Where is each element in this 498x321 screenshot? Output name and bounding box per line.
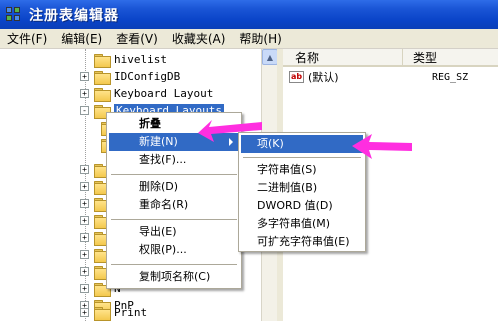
list-header: 名称 类型 — [283, 49, 498, 67]
expand-icon[interactable]: + — [80, 233, 89, 242]
submenu-item-dword-value[interactable]: DWORD 值(D) — [241, 197, 363, 215]
expand-icon[interactable]: + — [80, 89, 89, 98]
menu-item-copy-key-name[interactable]: 复制项名称(C) — [109, 268, 239, 286]
expand-icon[interactable]: + — [80, 72, 89, 81]
tree-item[interactable]: + Keyboard Layout — [80, 85, 213, 102]
expand-icon[interactable]: + — [80, 308, 89, 317]
expand-icon[interactable]: + — [80, 284, 89, 293]
submenu-arrow-icon — [229, 138, 233, 146]
submenu-item-string-value[interactable]: 字符串值(S) — [241, 161, 363, 179]
submenu-item-multi-string-value[interactable]: 多字符串值(M) — [241, 215, 363, 233]
menu-edit[interactable]: 编辑(E) — [54, 30, 109, 48]
menu-separator — [243, 157, 361, 158]
submenu-item-key[interactable]: 项(K) — [241, 135, 363, 153]
folder-icon — [94, 306, 111, 321]
tree-item[interactable]: + IDConfigDB — [80, 68, 180, 85]
registry-editor-icon — [5, 6, 23, 24]
menu-item-delete[interactable]: 删除(D) — [109, 178, 239, 196]
tree-item-label: Print — [114, 306, 148, 319]
menu-bar: 文件(F) 编辑(E) 查看(V) 收藏夹(A) 帮助(H) — [0, 29, 498, 49]
scroll-up-icon[interactable]: ▲ — [262, 49, 278, 65]
expand-icon[interactable]: + — [80, 216, 89, 225]
tree-item-label: IDConfigDB — [114, 70, 181, 83]
submenu-item-expandable-string-value[interactable]: 可扩充字符串值(E) — [241, 233, 363, 251]
value-type: REG_SZ — [432, 71, 469, 83]
title-bar[interactable]: 注册表编辑器 — [0, 0, 498, 29]
collapse-icon[interactable]: - — [80, 106, 89, 115]
column-header-type[interactable]: 类型 — [403, 49, 498, 65]
list-item[interactable]: ab (默认) REG_SZ — [283, 68, 498, 86]
string-value-icon: ab — [289, 71, 304, 83]
tree-item-label: hivelist — [114, 53, 167, 66]
menu-item-new-label: 新建(N) — [139, 135, 178, 148]
registry-editor-window: 注册表编辑器 文件(F) 编辑(E) 查看(V) 收藏夹(A) 帮助(H) hi… — [0, 0, 498, 321]
menu-view[interactable]: 查看(V) — [109, 30, 165, 48]
tree-item[interactable]: + Print — [80, 304, 147, 321]
folder-icon — [94, 70, 111, 85]
window-title: 注册表编辑器 — [29, 7, 119, 24]
submenu-item-binary-value[interactable]: 二进制值(B) — [241, 179, 363, 197]
menu-help[interactable]: 帮助(H) — [232, 30, 288, 48]
new-submenu: 项(K) 字符串值(S) 二进制值(B) DWORD 值(D) 多字符串值(M)… — [238, 132, 366, 252]
menu-favorites[interactable]: 收藏夹(A) — [165, 30, 233, 48]
expand-icon[interactable]: + — [80, 165, 89, 174]
menu-separator — [111, 264, 237, 265]
column-header-name[interactable]: 名称 — [283, 49, 403, 65]
tree-item-label: Keyboard Layout — [114, 87, 214, 100]
menu-item-rename[interactable]: 重命名(R) — [109, 196, 239, 214]
menu-item-new[interactable]: 新建(N) — [109, 133, 239, 151]
menu-item-export[interactable]: 导出(E) — [109, 223, 239, 241]
context-menu: 折叠 新建(N) 查找(F)... 删除(D) 重命名(R) 导出(E) 权限(… — [106, 112, 242, 289]
expand-icon[interactable]: + — [80, 250, 89, 259]
menu-separator — [111, 174, 237, 175]
menu-file[interactable]: 文件(F) — [0, 30, 54, 48]
tree-item[interactable]: hivelist — [80, 51, 167, 68]
folder-icon — [94, 87, 111, 102]
expand-icon[interactable]: + — [80, 182, 89, 191]
expand-icon[interactable]: + — [80, 199, 89, 208]
expand-icon[interactable]: + — [80, 267, 89, 276]
value-name: (默认) — [308, 71, 339, 84]
folder-icon — [94, 53, 111, 68]
menu-item-find[interactable]: 查找(F)... — [109, 151, 239, 169]
menu-item-collapse[interactable]: 折叠 — [109, 115, 239, 133]
menu-separator — [111, 219, 237, 220]
menu-item-permissions[interactable]: 权限(P)... — [109, 241, 239, 259]
